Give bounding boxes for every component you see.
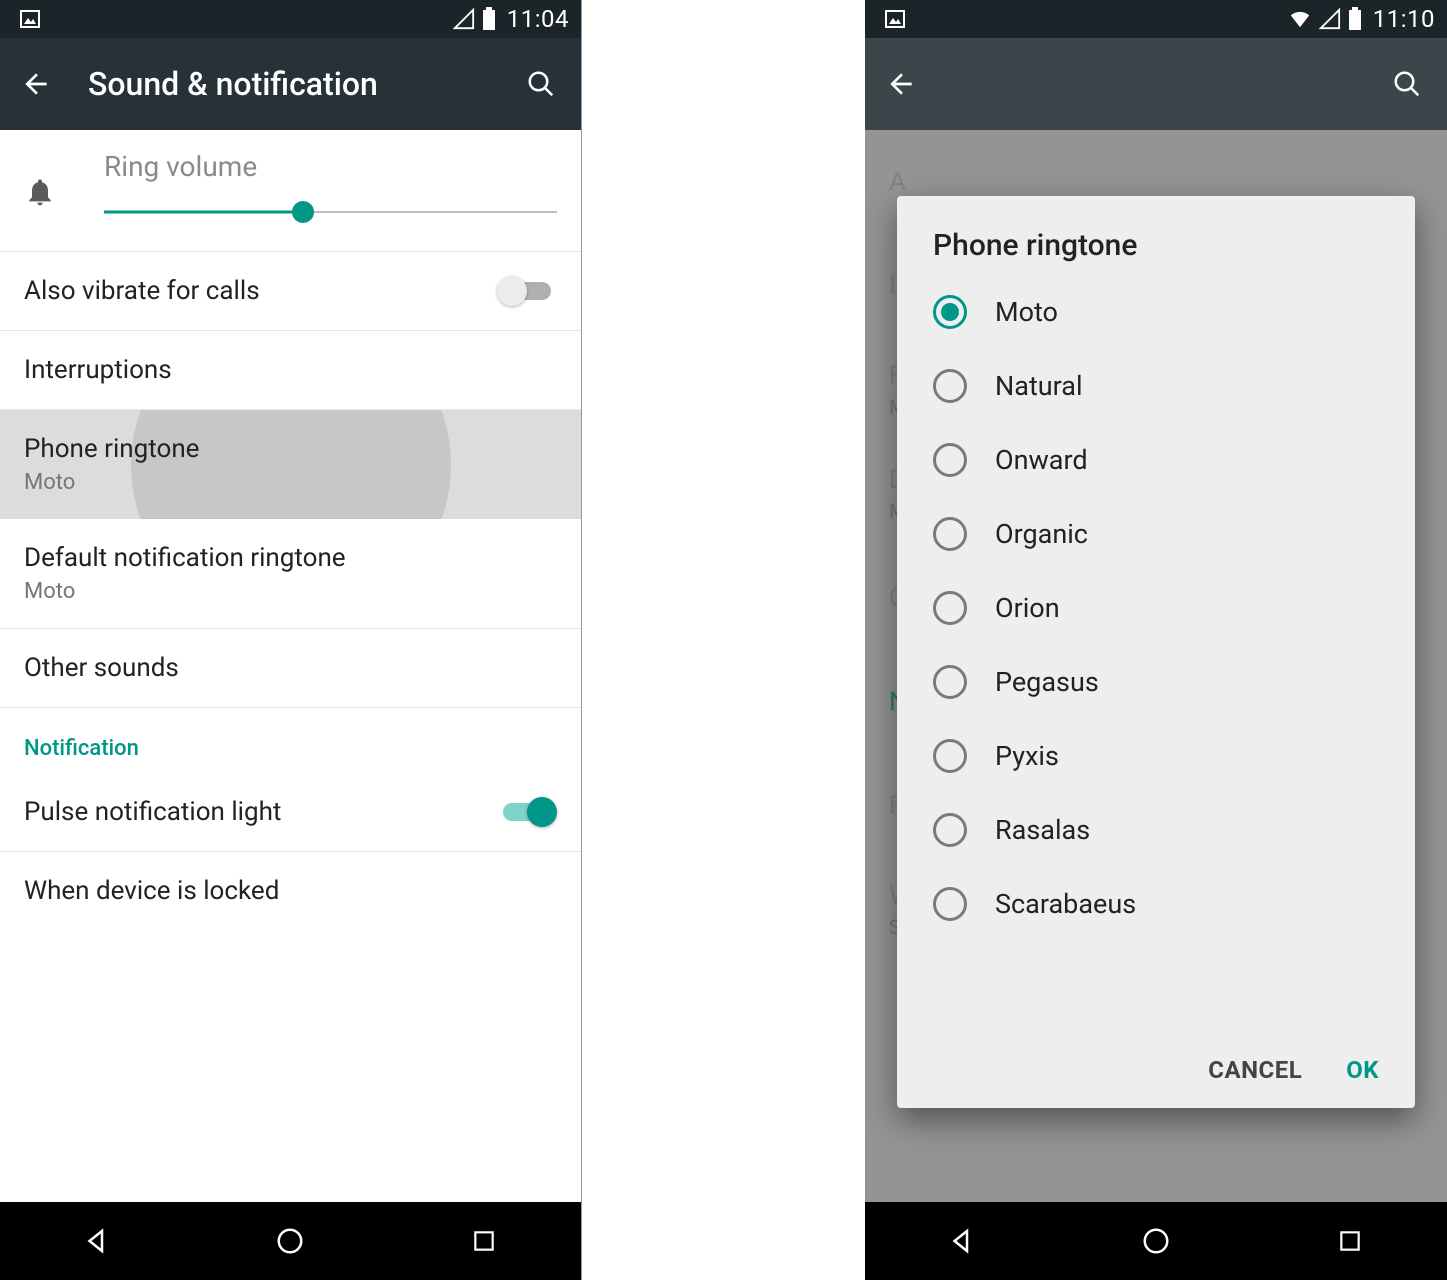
radio-icon: [933, 739, 967, 773]
radio-icon: [933, 443, 967, 477]
ring-volume-slider[interactable]: [104, 201, 557, 223]
radio-icon: [933, 665, 967, 699]
when-device-locked-row[interactable]: When device is locked: [0, 852, 581, 930]
back-button: [885, 68, 925, 100]
ringtone-dialog: Phone ringtone Moto Natural Onward Organic O…: [897, 196, 1415, 1108]
phone-screen-ringtone-dialog: 11:10 A I PM DM C N P WS Phone ringtone …: [865, 0, 1447, 1280]
android-navbar: [865, 1202, 1447, 1280]
radio-icon: [933, 369, 967, 403]
ringtone-option[interactable]: Rasalas: [897, 793, 1415, 867]
cancel-button[interactable]: CANCEL: [1208, 1056, 1302, 1084]
item-title: Also vibrate for calls: [24, 276, 557, 306]
ringtone-option-list[interactable]: Moto Natural Onward Organic Orion Pegasus Pyxi…: [897, 275, 1415, 1038]
radio-icon: [933, 517, 967, 551]
ringtone-option[interactable]: Moto: [897, 275, 1415, 349]
ok-button[interactable]: OK: [1346, 1056, 1379, 1084]
ringtone-option[interactable]: Scarabaeus: [897, 867, 1415, 941]
status-time: 11:04: [507, 5, 569, 33]
picture-icon: [18, 7, 42, 31]
back-button[interactable]: [20, 68, 60, 100]
wifi-icon: [1287, 8, 1313, 30]
item-title: Phone ringtone: [24, 434, 557, 464]
cell-signal-empty-icon: [453, 8, 475, 30]
ringtone-option[interactable]: Pyxis: [897, 719, 1415, 793]
status-bar: 11:10: [865, 0, 1447, 38]
ringtone-option[interactable]: Pegasus: [897, 645, 1415, 719]
app-bar: Sound & notification: [0, 38, 581, 130]
pulse-notification-light-row[interactable]: Pulse notification light: [0, 773, 581, 852]
ringtone-option[interactable]: Onward: [897, 423, 1415, 497]
cell-signal-empty-icon: [1319, 8, 1341, 30]
ring-volume-row: Ring volume: [0, 130, 581, 252]
ringtone-option-label: Natural: [995, 370, 1083, 402]
interruptions-row[interactable]: Interruptions: [0, 331, 581, 410]
nav-recents-button[interactable]: [1330, 1221, 1370, 1261]
search-icon: [1387, 69, 1427, 99]
item-title: When device is locked: [24, 876, 557, 906]
item-title: Default notification ringtone: [24, 543, 557, 573]
nav-recents-button[interactable]: [464, 1221, 504, 1261]
picture-icon: [883, 7, 907, 31]
nav-back-button[interactable]: [942, 1221, 982, 1261]
android-navbar: [0, 1202, 581, 1280]
vibrate-for-calls-row[interactable]: Also vibrate for calls: [0, 252, 581, 331]
battery-full-icon: [1347, 7, 1363, 31]
ringtone-option-label: Orion: [995, 592, 1060, 624]
settings-scroll[interactable]: Ring volume Also vibrate for calls Inter…: [0, 130, 581, 1202]
item-title: Other sounds: [24, 653, 557, 683]
bell-icon: [24, 176, 76, 212]
dimmed-content: A I PM DM C N P WS Phone ringtone MotoNa…: [865, 130, 1447, 1202]
app-bar-dimmed: [865, 38, 1447, 130]
ringtone-option[interactable]: Natural: [897, 349, 1415, 423]
battery-full-icon: [481, 7, 497, 31]
ringtone-option-label: Pegasus: [995, 666, 1099, 698]
item-title: Interruptions: [24, 355, 557, 385]
default-notification-ringtone-row[interactable]: Default notification ringtone Moto: [0, 519, 581, 629]
ringtone-option[interactable]: Organic: [897, 497, 1415, 571]
vibrate-toggle[interactable]: [497, 277, 557, 305]
nav-back-button[interactable]: [77, 1221, 117, 1261]
notification-section-header: Notification: [0, 708, 581, 773]
ringtone-option-label: Rasalas: [995, 814, 1090, 846]
ringtone-option-label: Moto: [995, 296, 1058, 328]
item-subtitle: Moto: [24, 470, 557, 495]
other-sounds-row[interactable]: Other sounds: [0, 629, 581, 708]
ringtone-option[interactable]: Orion: [897, 571, 1415, 645]
item-title: Pulse notification light: [24, 797, 557, 827]
app-bar-title: Sound & notification: [88, 65, 521, 103]
status-bar: 11:04: [0, 0, 581, 38]
phone-screen-sound-settings: 11:04 Sound & notification Ring volume: [0, 0, 582, 1280]
ring-volume-label: Ring volume: [104, 150, 557, 183]
phone-ringtone-row[interactable]: Phone ringtone Moto: [0, 410, 581, 519]
item-subtitle: Moto: [24, 579, 557, 604]
radio-icon: [933, 887, 967, 921]
radio-icon: [933, 295, 967, 329]
dialog-title: Phone ringtone: [897, 196, 1415, 275]
ringtone-option-label: Pyxis: [995, 740, 1059, 772]
nav-home-button[interactable]: [1136, 1221, 1176, 1261]
radio-icon: [933, 813, 967, 847]
ringtone-option-label: Onward: [995, 444, 1088, 476]
nav-home-button[interactable]: [270, 1221, 310, 1261]
dialog-actions: CANCEL OK: [897, 1038, 1415, 1108]
ringtone-option-label: Organic: [995, 518, 1088, 550]
ringtone-option-label: Scarabaeus: [995, 888, 1136, 920]
search-button[interactable]: [521, 69, 561, 99]
radio-icon: [933, 591, 967, 625]
status-time: 11:10: [1373, 5, 1435, 33]
pulse-toggle[interactable]: [497, 798, 557, 826]
